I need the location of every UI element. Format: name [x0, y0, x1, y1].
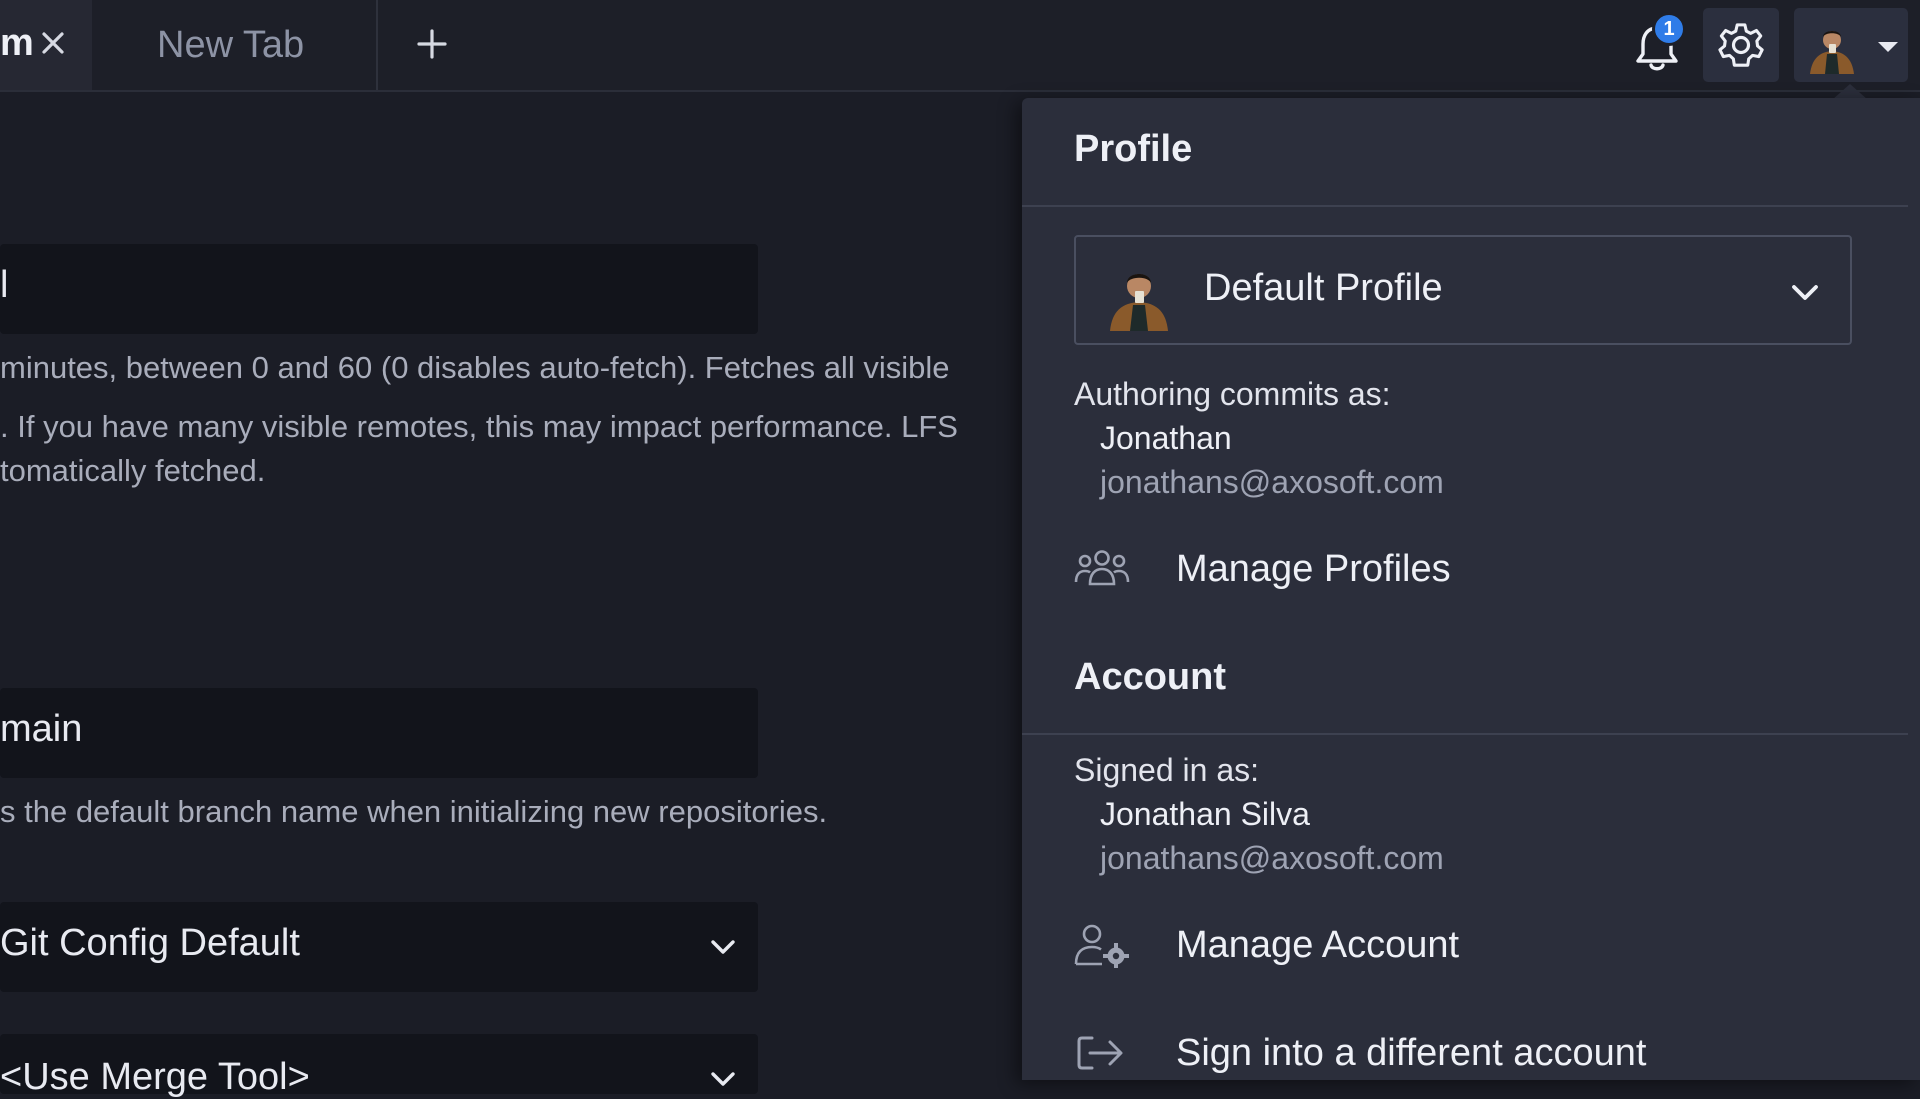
manage-account-label: Manage Account	[1176, 924, 1460, 966]
chevron-down-icon	[711, 1072, 735, 1086]
avatar	[1804, 18, 1860, 74]
divider	[1022, 733, 1908, 735]
default-branch-input[interactable]: main	[0, 688, 758, 778]
default-branch-value: main	[0, 708, 83, 750]
manage-profiles-label: Manage Profiles	[1176, 548, 1451, 590]
signed-in-label: Signed in as:	[1074, 752, 1260, 788]
author-email: jonathans@axosoft.com	[1100, 464, 1444, 500]
manage-profiles-button[interactable]: Manage Profiles	[1074, 538, 1814, 602]
merge-tool-value: <Use Merge Tool>	[0, 1056, 310, 1098]
tab-bar: m New Tab 1	[0, 0, 1920, 92]
sign-into-different-account-label: Sign into a different account	[1176, 1032, 1647, 1074]
account-section-title: Account	[1074, 656, 1226, 698]
plus-icon[interactable]	[412, 24, 452, 64]
selected-profile-name: Default Profile	[1204, 267, 1443, 309]
manage-account-button[interactable]: Manage Account	[1074, 914, 1814, 978]
sign-into-different-account-button[interactable]: Sign into a different account	[1074, 1022, 1814, 1086]
gpg-program-select[interactable]: Git Config Default	[0, 902, 758, 992]
merge-tool-select[interactable]: <Use Merge Tool>	[0, 1034, 758, 1098]
gpg-program-value: Git Config Default	[0, 922, 300, 964]
user-gear-icon	[1074, 924, 1129, 968]
profile-select[interactable]: Default Profile	[1074, 235, 1852, 345]
autofetch-interval-input[interactable]: l	[0, 244, 758, 334]
account-name: Jonathan Silva	[1100, 796, 1310, 832]
autofetch-help-text: . If you have many visible remotes, this…	[0, 409, 958, 444]
author-name: Jonathan	[1100, 420, 1232, 456]
account-email: jonathans@axosoft.com	[1100, 840, 1444, 876]
notification-badge: 1	[1652, 12, 1686, 46]
chevron-down-icon	[1878, 42, 1898, 52]
tab-new-tab[interactable]: New Tab	[100, 0, 378, 90]
close-icon[interactable]	[36, 26, 70, 60]
default-branch-help-text: s the default branch name when initializ…	[0, 794, 828, 829]
divider	[1022, 205, 1908, 207]
tab-active-repo[interactable]: m	[0, 0, 92, 90]
users-icon	[1074, 550, 1130, 586]
tab-label: New Tab	[157, 24, 305, 66]
tab-label: m	[0, 22, 34, 64]
authoring-label: Authoring commits as:	[1074, 376, 1391, 412]
chevron-down-icon	[711, 940, 735, 954]
account-menu-button[interactable]	[1794, 8, 1908, 82]
profile-account-menu: Profile Default Profile Authoring commit…	[1022, 98, 1920, 1080]
autofetch-help-text: tomatically fetched.	[0, 453, 266, 488]
settings-button[interactable]	[1703, 8, 1779, 82]
autofetch-help-text: minutes, between 0 and 60 (0 disables au…	[0, 350, 950, 385]
sign-in-icon	[1077, 1036, 1123, 1070]
gear-icon	[1718, 23, 1764, 67]
profile-section-title: Profile	[1074, 128, 1193, 170]
avatar	[1102, 257, 1176, 331]
autofetch-interval-value: l	[0, 264, 9, 306]
chevron-down-icon	[1792, 285, 1818, 300]
